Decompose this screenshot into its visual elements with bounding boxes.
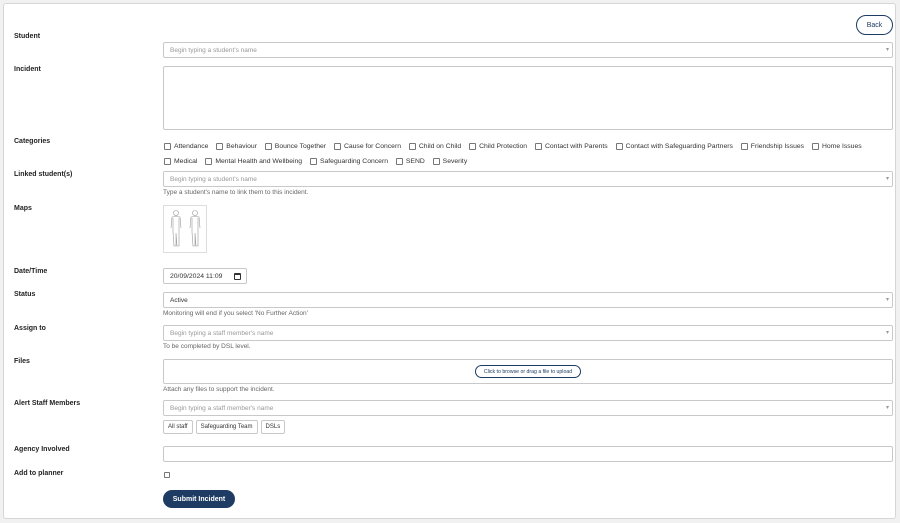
category-severity[interactable]: Severity [432,155,468,168]
checkbox[interactable] [615,143,623,150]
student-select[interactable]: Begin typing a student's name ▾ [163,42,893,58]
category-label: Child Protection [479,143,528,150]
assign-to-placeholder: Begin typing a staff member's name [170,329,274,337]
linked-students-label: Linked student(s) [14,171,73,178]
linked-students-field: Begin typing a student's name ▾ Type a s… [163,171,893,196]
status-field: Active ▾ Monitoring will end if you sele… [163,292,893,317]
chip-dsls[interactable]: DSLs [260,420,286,434]
checkbox[interactable] [469,143,477,150]
checkbox[interactable] [164,143,171,150]
checkbox[interactable] [205,158,213,165]
status-help: Monitoring will end if you select 'No Fu… [163,310,308,317]
category-attendance[interactable]: Attendance [164,140,208,153]
planner-checkbox[interactable] [164,472,170,478]
files-label: Files [14,358,30,365]
category-friendship-issues[interactable]: Friendship Issues [740,140,805,153]
category-mental-health[interactable]: Mental Health and Wellbeing [205,155,302,168]
caret-down-icon: ▾ [885,405,889,411]
alert-staff-placeholder: Begin typing a staff member's name [170,404,274,412]
category-label: Friendship Issues [750,143,805,150]
chip-all-staff[interactable]: All staff [163,420,193,434]
category-medical[interactable]: Medical [164,155,197,168]
checkbox[interactable] [216,143,224,150]
status-select[interactable]: Active ▾ [163,292,893,308]
checkbox[interactable] [408,143,416,150]
checkbox[interactable] [395,158,403,165]
checkbox[interactable] [164,158,171,165]
assign-to-label: Assign to [14,325,46,332]
checkbox[interactable] [432,158,440,165]
assign-to-field: Begin typing a staff member's name ▾ To … [163,325,893,350]
category-label: Contact with Safeguarding Partners [625,143,733,150]
category-label: Medical [174,158,198,165]
caret-down-icon: ▾ [885,176,889,182]
category-label: Mental Health and Wellbeing [215,158,303,165]
category-send[interactable]: SEND [395,155,425,168]
file-dropzone[interactable]: Click to browse or drag a file to upload [163,359,893,384]
student-label: Student [14,33,41,40]
caret-down-icon: ▾ [885,297,889,303]
linked-students-placeholder: Begin typing a student's name [170,175,257,183]
datetime-input[interactable]: 20/09/2024 11:09 [163,268,247,284]
category-label: Attendance [174,143,209,150]
checkbox[interactable] [811,143,819,150]
agency-input[interactable] [163,446,893,462]
category-behaviour[interactable]: Behaviour [216,140,257,153]
checkbox[interactable] [534,143,542,150]
category-contact-with-parents[interactable]: Contact with Parents [534,140,608,153]
category-label: Behaviour [226,143,257,150]
chip-safeguarding-team[interactable]: Safeguarding Team [195,420,258,434]
category-label: Child on Child [418,143,462,150]
checkbox[interactable] [740,143,748,150]
body-map-icon[interactable] [163,205,207,253]
browse-upload-button[interactable]: Click to browse or drag a file to upload [475,365,581,378]
incident-form-panel: Back Student Begin typing a student's na… [3,3,896,519]
category-label: Safeguarding Concern [319,158,388,165]
checkbox[interactable] [264,143,272,150]
category-label: SEND [405,158,425,165]
category-contact-with-safeguarding-partners[interactable]: Contact with Safeguarding Partners [615,140,733,153]
status-label: Status [14,291,36,298]
categories-list: Attendance Behaviour Bounce Together Cau… [164,140,894,170]
category-safeguarding-concern[interactable]: Safeguarding Concern [309,155,388,168]
categories-label: Categories [14,138,51,145]
files-help: Attach any files to support the incident… [163,386,275,393]
category-child-protection[interactable]: Child Protection [469,140,527,153]
incident-label: Incident [14,66,41,73]
assign-to-select[interactable]: Begin typing a staff member's name ▾ [163,325,893,341]
alert-staff-select[interactable]: Begin typing a staff member's name ▾ [163,400,893,416]
category-label: Cause for Concern [343,143,401,150]
caret-down-icon: ▾ [885,47,889,53]
category-bounce-together[interactable]: Bounce Together [264,140,327,153]
planner-label: Add to planner [14,470,64,477]
submit-incident-button[interactable]: Submit Incident [163,490,235,508]
assign-to-help: To be completed by DSL level. [163,343,251,350]
student-placeholder: Begin typing a student's name [170,46,257,54]
agency-label: Agency Involved [14,446,70,453]
calendar-icon[interactable] [234,273,241,280]
alert-staff-field: Begin typing a staff member's name ▾ [163,400,893,416]
checkbox[interactable] [309,158,317,165]
maps-label: Maps [14,205,32,212]
status-value: Active [170,296,188,304]
datetime-label: Date/Time [14,268,48,275]
student-field: Begin typing a student's name ▾ [163,42,893,58]
alert-staff-label: Alert Staff Members [14,400,81,407]
category-cause-for-concern[interactable]: Cause for Concern [333,140,401,153]
datetime-value: 20/09/2024 11:09 [170,272,223,280]
category-label: Bounce Together [274,143,327,150]
incident-textarea[interactable] [163,66,893,130]
linked-students-select[interactable]: Begin typing a student's name ▾ [163,171,893,187]
category-label: Contact with Parents [544,143,608,150]
caret-down-icon: ▾ [885,330,889,336]
category-label: Home Issues [821,143,862,150]
category-child-on-child[interactable]: Child on Child [408,140,462,153]
back-button[interactable]: Back [856,15,893,35]
category-home-issues[interactable]: Home Issues [811,140,862,153]
checkbox[interactable] [333,143,341,150]
linked-students-help: Type a student's name to link them to th… [163,189,309,196]
alert-staff-chips: All staff Safeguarding Team DSLs [163,420,286,434]
category-label: Severity [442,158,468,165]
